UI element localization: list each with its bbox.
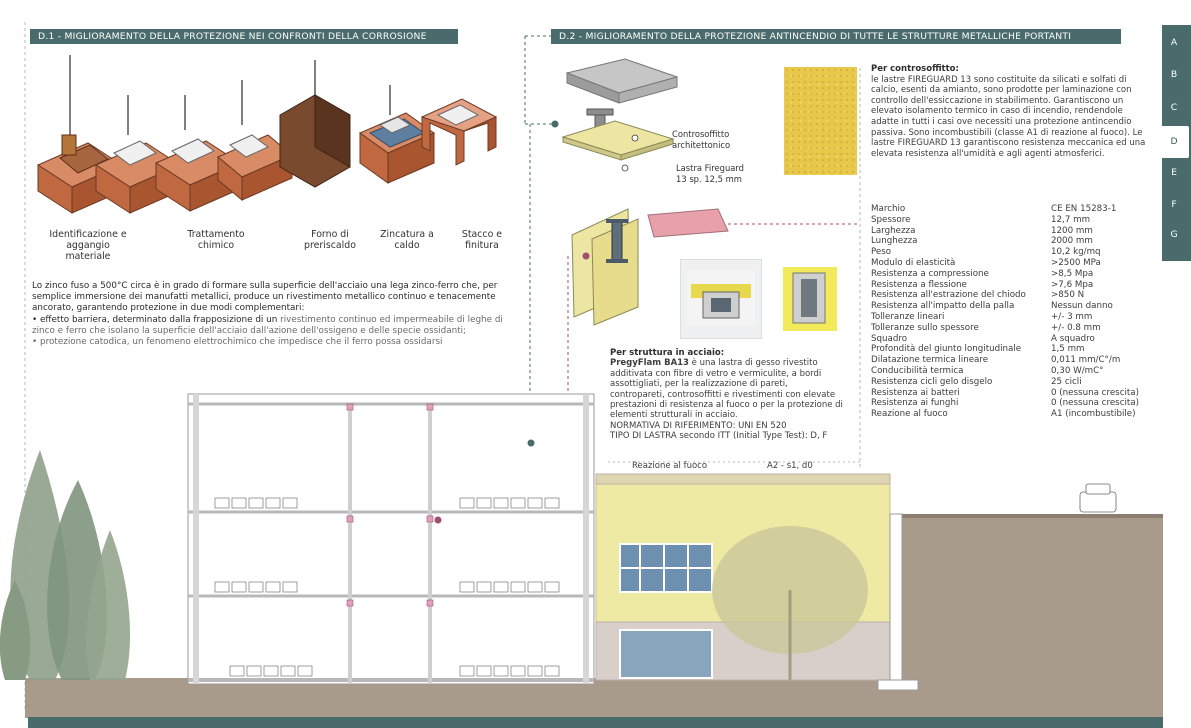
oven-step xyxy=(279,60,351,188)
spec-key: Resistenza a flessione xyxy=(871,279,967,290)
beam-detail-render xyxy=(680,259,762,339)
spec-key: Marchio xyxy=(871,204,906,214)
spec-value: >850 N xyxy=(1051,290,1085,301)
fireguard-swatch xyxy=(784,67,857,175)
spec-row: Larghezza 1200 mm xyxy=(871,226,1161,237)
spec-value: Nessun danno xyxy=(1051,301,1113,312)
spec-value: 2000 mm xyxy=(1051,236,1093,247)
fireguard-title: Per controsoffitto: xyxy=(871,64,959,74)
section-building-right xyxy=(595,473,919,691)
column-detail-render xyxy=(779,259,841,337)
spec-row: Dilatazione termica lineare 0,011 mm/C°/m xyxy=(871,355,1161,366)
spec-row: Lunghezza 2000 mm xyxy=(871,236,1161,247)
spec-key: Resistenza all'estrazione del chiodo xyxy=(871,290,1026,301)
spec-value: +/- 0.8 mm xyxy=(1051,322,1101,333)
acciaio-title: Per struttura in acciaio: xyxy=(610,348,725,358)
spec-row: Peso 10,2 kg/mq xyxy=(871,247,1161,258)
spec-row: Squadro A squadro xyxy=(871,334,1161,345)
spec-key: Peso xyxy=(871,247,892,258)
fireguard-description: Per controsoffitto: le lastre FIREGUARD … xyxy=(871,64,1151,159)
spec-key: Resistenza all'impatto della palla xyxy=(871,301,1015,312)
spec-value: +/- 3 mm xyxy=(1051,311,1093,322)
spec-key: Lunghezza xyxy=(871,236,918,247)
step-label-5: Stacco e finitura xyxy=(461,229,503,251)
step-label-1: Identificazione e aggangio materiale xyxy=(49,229,127,262)
tab-d[interactable]: D xyxy=(1159,126,1189,158)
spec-row: Resistenza all'estrazione del chiodo >850… xyxy=(871,290,1161,301)
spec-key: Spessore xyxy=(871,214,911,225)
label-lastra-line1: Lastra Fireguard xyxy=(676,163,744,173)
tab-c[interactable]: C xyxy=(1162,102,1186,114)
spec-value: 0,30 W/mC° xyxy=(1051,365,1104,376)
step-label-2: Trattamento chimico xyxy=(187,229,245,251)
fireguard-body: le lastre FIREGUARD 13 sono costituite d… xyxy=(871,74,1146,159)
spec-row: Resistenza a flessione >7,6 Mpa xyxy=(871,280,1161,291)
spec-value: CE EN 15283-1 xyxy=(1051,204,1117,214)
spec-value: 0,011 mm/C°/m xyxy=(1051,355,1121,366)
spec-key: Resistenza a compressione xyxy=(871,268,989,279)
spec-row: Conducibilità termica 0,30 W/mC° xyxy=(871,366,1161,377)
step-label-3: Forno di preriscaldo xyxy=(304,229,356,251)
spec-key: Conducibilità termica xyxy=(871,365,964,376)
spec-value: 1200 mm xyxy=(1051,225,1093,236)
d1-bullet-2: • protezione catodica, un fenomeno elett… xyxy=(32,337,443,348)
spec-value: >8,5 Mpa xyxy=(1051,268,1094,279)
spec-row: Resistenza all'impatto della palla Nessun… xyxy=(871,301,1161,312)
spec-value: A squadro xyxy=(1051,333,1095,344)
d1-paragraph: Lo zinco fuso a 500°C circa è in grado d… xyxy=(32,281,520,348)
d1-bullet-1: • effetto barriera, determinato dalla fr… xyxy=(32,315,520,337)
tab-a[interactable]: A xyxy=(1162,37,1186,49)
spec-key: Tolleranze sullo spessore xyxy=(871,322,979,333)
car-icon xyxy=(1079,483,1117,513)
spec-row: Modulo di elasticità >2500 MPa xyxy=(871,258,1161,269)
spec-value: 12,7 mm xyxy=(1051,214,1091,225)
tab-g[interactable]: G xyxy=(1162,229,1186,241)
section-tabs: A B C D E F G xyxy=(1159,25,1191,261)
ceiling-illustration xyxy=(551,58,679,172)
step-label-4: Zincatura a caldo xyxy=(380,229,434,251)
spec-value: >2500 MPa xyxy=(1051,257,1101,268)
d1-bullet-1-strong: • effetto barriera, determinato dalla fr… xyxy=(32,314,278,325)
spec-key: Profondità del giunto longitudinale xyxy=(871,344,1022,355)
tab-f[interactable]: F xyxy=(1162,199,1186,211)
spec-value: >7,6 Mpa xyxy=(1051,279,1094,290)
spec-key: Tolleranze lineari xyxy=(871,311,945,322)
spec-value: 10,2 kg/mq xyxy=(1051,247,1101,258)
tab-e[interactable]: E xyxy=(1162,167,1186,179)
footer-bar xyxy=(28,717,1163,728)
spec-row: Tolleranze sullo spessore +/- 0.8 mm xyxy=(871,323,1161,334)
acciaio-product: PregyFlam BA13 xyxy=(610,358,689,369)
section-building-left xyxy=(187,393,595,685)
d1-intro: Lo zinco fuso a 500°C circa è in grado d… xyxy=(32,281,498,314)
spec-value: 1,5 mm xyxy=(1051,344,1085,355)
trees-left xyxy=(0,450,130,680)
tab-b[interactable]: B xyxy=(1162,69,1186,81)
spec-key: Modulo di elasticità xyxy=(871,257,956,268)
spec-row: Profondità del giunto longitudinale 1,5 m… xyxy=(871,344,1161,355)
spec-row: Marchio CE EN 15283-1 xyxy=(871,204,1161,215)
spec-key: Dilatazione termica lineare xyxy=(871,355,989,366)
label-controsoffitto: Controsoffitto architettonico xyxy=(672,129,731,150)
spec-row: Resistenza a compressione >8,5 Mpa xyxy=(871,269,1161,280)
label-lastra-line2: 13 sp. 12,5 mm xyxy=(676,174,742,184)
spec-row: Tolleranze lineari +/- 3 mm xyxy=(871,312,1161,323)
spec-row: Spessore 12,7 mm xyxy=(871,215,1161,226)
spec-key: Squadro xyxy=(871,333,908,344)
spec-key: Larghezza xyxy=(871,225,916,236)
building-section-drawing xyxy=(0,393,1163,718)
galvanizing-process-illustration xyxy=(36,55,498,214)
